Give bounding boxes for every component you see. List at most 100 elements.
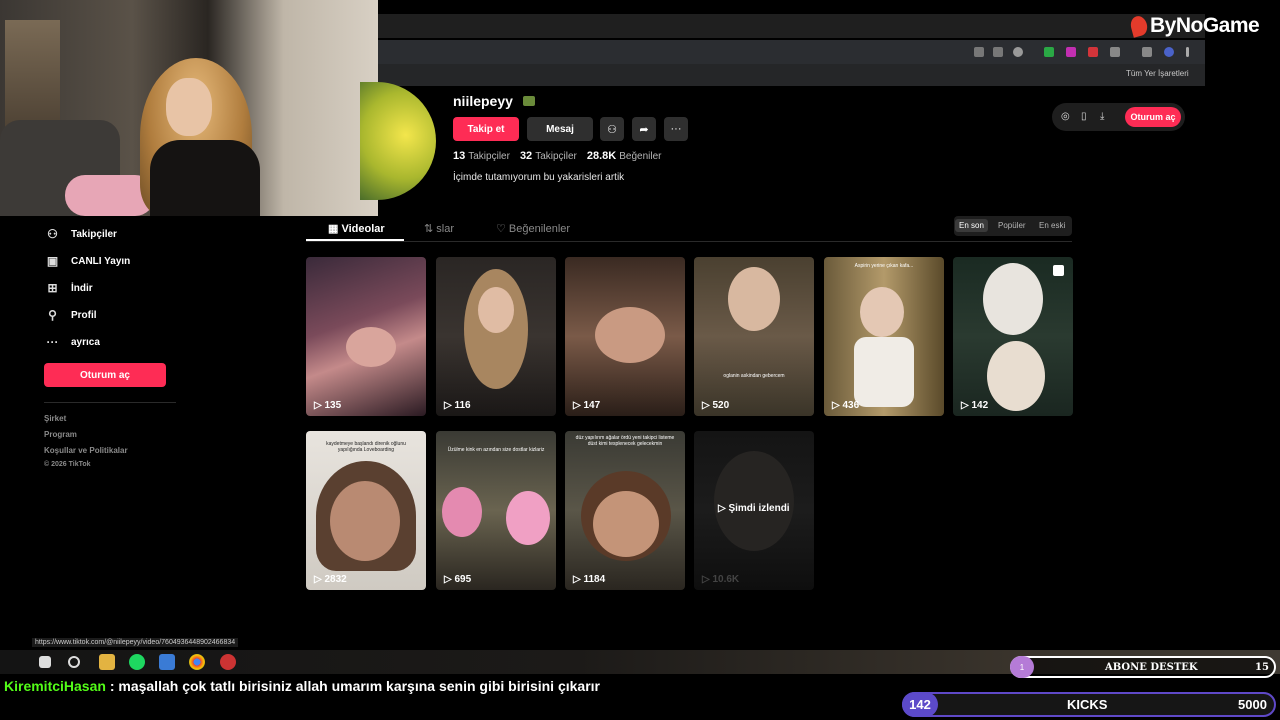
stat-followers[interactable]: 32 Takipçiler bbox=[520, 150, 577, 162]
video-card[interactable]: düz yapılırım ağalar ördü yeni takipci l… bbox=[565, 431, 685, 590]
chat-username: KiremitciHasan bbox=[4, 678, 106, 694]
video-caption: oglanin askindan gebercem bbox=[723, 373, 785, 379]
recording-app-icon[interactable] bbox=[220, 654, 236, 670]
webcam-shelf bbox=[5, 20, 60, 130]
login-button-sidebar[interactable]: Oturum aç bbox=[44, 363, 166, 387]
video-card-watched[interactable]: ▷ Şimdi izlendi ▷ 10.6K bbox=[694, 431, 814, 590]
media-icon[interactable] bbox=[1142, 47, 1152, 57]
video-card[interactable]: Üzülme kink en azından size dostlar kizl… bbox=[436, 431, 556, 590]
watched-label: ▷ Şimdi izlendi bbox=[718, 503, 790, 514]
search-icon[interactable] bbox=[68, 656, 80, 668]
webcam-overlay bbox=[0, 0, 378, 216]
live-icon: ▣ bbox=[46, 254, 59, 268]
download-icon[interactable]: ⤓ bbox=[1100, 111, 1104, 122]
webcam-person-body bbox=[150, 140, 260, 216]
video-card[interactable]: ▷ 135 bbox=[306, 257, 426, 416]
footer-company-link[interactable]: Şirket bbox=[44, 414, 66, 423]
extension-green-icon[interactable] bbox=[1044, 47, 1054, 57]
follow-button[interactable]: Takip et bbox=[453, 117, 519, 141]
video-card[interactable]: Aspirin yerine çıkan kafa... ▷ 436 bbox=[824, 257, 944, 416]
chat-text: : maşallah çok tatlı birisiniz allah uma… bbox=[109, 678, 600, 694]
video-thumbnail bbox=[595, 307, 665, 363]
badge-icon bbox=[523, 96, 535, 106]
video-thumbnail-face bbox=[593, 491, 659, 557]
video-card[interactable]: oglanin askindan gebercem ▷ 520 bbox=[694, 257, 814, 416]
video-thumbnail bbox=[346, 327, 396, 367]
video-card[interactable]: ▷ 142 bbox=[953, 257, 1073, 416]
phone-icon[interactable]: ▯ bbox=[1081, 111, 1087, 122]
video-thumbnail-shirt bbox=[854, 337, 914, 407]
video-thumbnail-2 bbox=[506, 491, 550, 545]
share-button[interactable]: ➦ bbox=[632, 117, 656, 141]
sidebar-item-download[interactable]: ⊞ İndir bbox=[46, 281, 92, 295]
star-icon[interactable] bbox=[1013, 47, 1023, 57]
video-thumbnail bbox=[442, 487, 482, 537]
video-caption: düz yapılırım ağalar ördü yeni takipci l… bbox=[575, 435, 675, 447]
footer-terms-link[interactable]: Koşullar ve Politikalar bbox=[44, 446, 128, 455]
file-explorer-icon[interactable] bbox=[99, 654, 115, 670]
translate-icon[interactable] bbox=[974, 47, 984, 57]
all-bookmarks-link[interactable]: Tüm Yer İşaretleri bbox=[1126, 69, 1189, 78]
person-icon: ⚲ bbox=[48, 308, 57, 322]
sort-latest[interactable]: En son bbox=[955, 219, 988, 232]
video-caption: kaydetmeye başlandı direnik oğlunu yapıl… bbox=[326, 441, 406, 453]
cast-icon[interactable] bbox=[993, 47, 1003, 57]
profile-bio: İçimde tutamıyorum bu yakarisleri artik bbox=[453, 172, 625, 183]
spotify-icon[interactable] bbox=[129, 654, 145, 670]
sidebar-item-following[interactable]: ⚇ Takipçiler bbox=[46, 227, 117, 241]
tab-videos[interactable]: ▦ Videolar bbox=[328, 222, 385, 235]
video-thumbnail bbox=[860, 287, 904, 337]
footer-copyright: © 2026 TikTok bbox=[44, 461, 91, 468]
kicks-goal-target: 5000 bbox=[1238, 697, 1267, 712]
kicks-goal-current: 142 bbox=[902, 692, 938, 717]
sort-oldest[interactable]: En eski bbox=[1035, 219, 1069, 232]
photo-mode-icon bbox=[1053, 265, 1064, 276]
view-count: ▷ 116 bbox=[444, 400, 471, 411]
extension-red-icon[interactable] bbox=[1088, 47, 1098, 57]
browser-toolbar[interactable] bbox=[378, 40, 1205, 64]
subscribe-goal-target: 15 bbox=[1255, 662, 1269, 673]
add-user-icon: ⚇ bbox=[47, 227, 58, 241]
subscribe-goal-label: ABONE DESTEK bbox=[1105, 662, 1198, 673]
repost-icon: ⇅ bbox=[424, 223, 437, 235]
tab-liked[interactable]: ♡ Beğenilenler bbox=[496, 222, 570, 235]
video-card[interactable]: ▷ 147 bbox=[565, 257, 685, 416]
browser-tabstrip bbox=[378, 14, 1205, 38]
view-count: ▷ 142 bbox=[961, 400, 989, 411]
message-button[interactable]: Mesaj bbox=[527, 117, 593, 141]
sort-popular[interactable]: Popüler bbox=[994, 219, 1030, 232]
sidebar-item-profile[interactable]: ⚲ Profil bbox=[46, 308, 96, 322]
more-button[interactable]: ··· bbox=[664, 117, 688, 141]
video-caption: Üzülme kink en azından size dostlar kizl… bbox=[447, 447, 545, 453]
stat-following[interactable]: 13 Takipçiler bbox=[453, 150, 510, 162]
menu-icon[interactable] bbox=[1186, 47, 1189, 57]
view-count: ▷ 2832 bbox=[314, 574, 347, 585]
view-count: ▷ 135 bbox=[314, 400, 342, 411]
login-button-top[interactable]: Oturum aç bbox=[1125, 107, 1181, 127]
windows-start-icon[interactable] bbox=[39, 656, 51, 668]
suggested-accounts-button[interactable]: ⚇ bbox=[600, 117, 624, 141]
extensions-icon[interactable] bbox=[1110, 47, 1120, 57]
video-thumbnail-face bbox=[478, 287, 514, 333]
share-icon: ➦ bbox=[639, 123, 649, 136]
profile-icon[interactable] bbox=[1164, 47, 1174, 57]
view-count: ▷ 520 bbox=[702, 400, 730, 411]
profile-stats: 13 Takipçiler 32 Takipçiler 28.8K Beğeniler bbox=[453, 150, 662, 162]
more-icon: ··· bbox=[670, 123, 682, 135]
video-card[interactable]: ▷ 116 bbox=[436, 257, 556, 416]
add-user-icon: ⚇ bbox=[607, 123, 617, 136]
sidebar-item-more[interactable]: ··· ayrıca bbox=[46, 335, 100, 349]
profile-avatar[interactable] bbox=[360, 82, 436, 200]
app-icon[interactable] bbox=[159, 654, 175, 670]
sort-toggle: En son Popüler En eski bbox=[954, 216, 1072, 236]
compass-icon[interactable]: ◎ bbox=[1061, 111, 1070, 122]
sidebar-item-live[interactable]: ▣ CANLI Yayın bbox=[46, 254, 130, 268]
extension-purple-icon[interactable] bbox=[1066, 47, 1076, 57]
footer-program-link[interactable]: Program bbox=[44, 430, 77, 439]
download-icon: ⊞ bbox=[47, 281, 58, 295]
video-caption: Aspirin yerine çıkan kafa... bbox=[854, 263, 914, 269]
tab-reposts[interactable]: ⇅ slar bbox=[424, 222, 454, 235]
view-count: ▷ 1184 bbox=[573, 574, 606, 585]
chrome-icon[interactable] bbox=[189, 654, 205, 670]
video-card[interactable]: kaydetmeye başlandı direnik oğlunu yapıl… bbox=[306, 431, 426, 590]
